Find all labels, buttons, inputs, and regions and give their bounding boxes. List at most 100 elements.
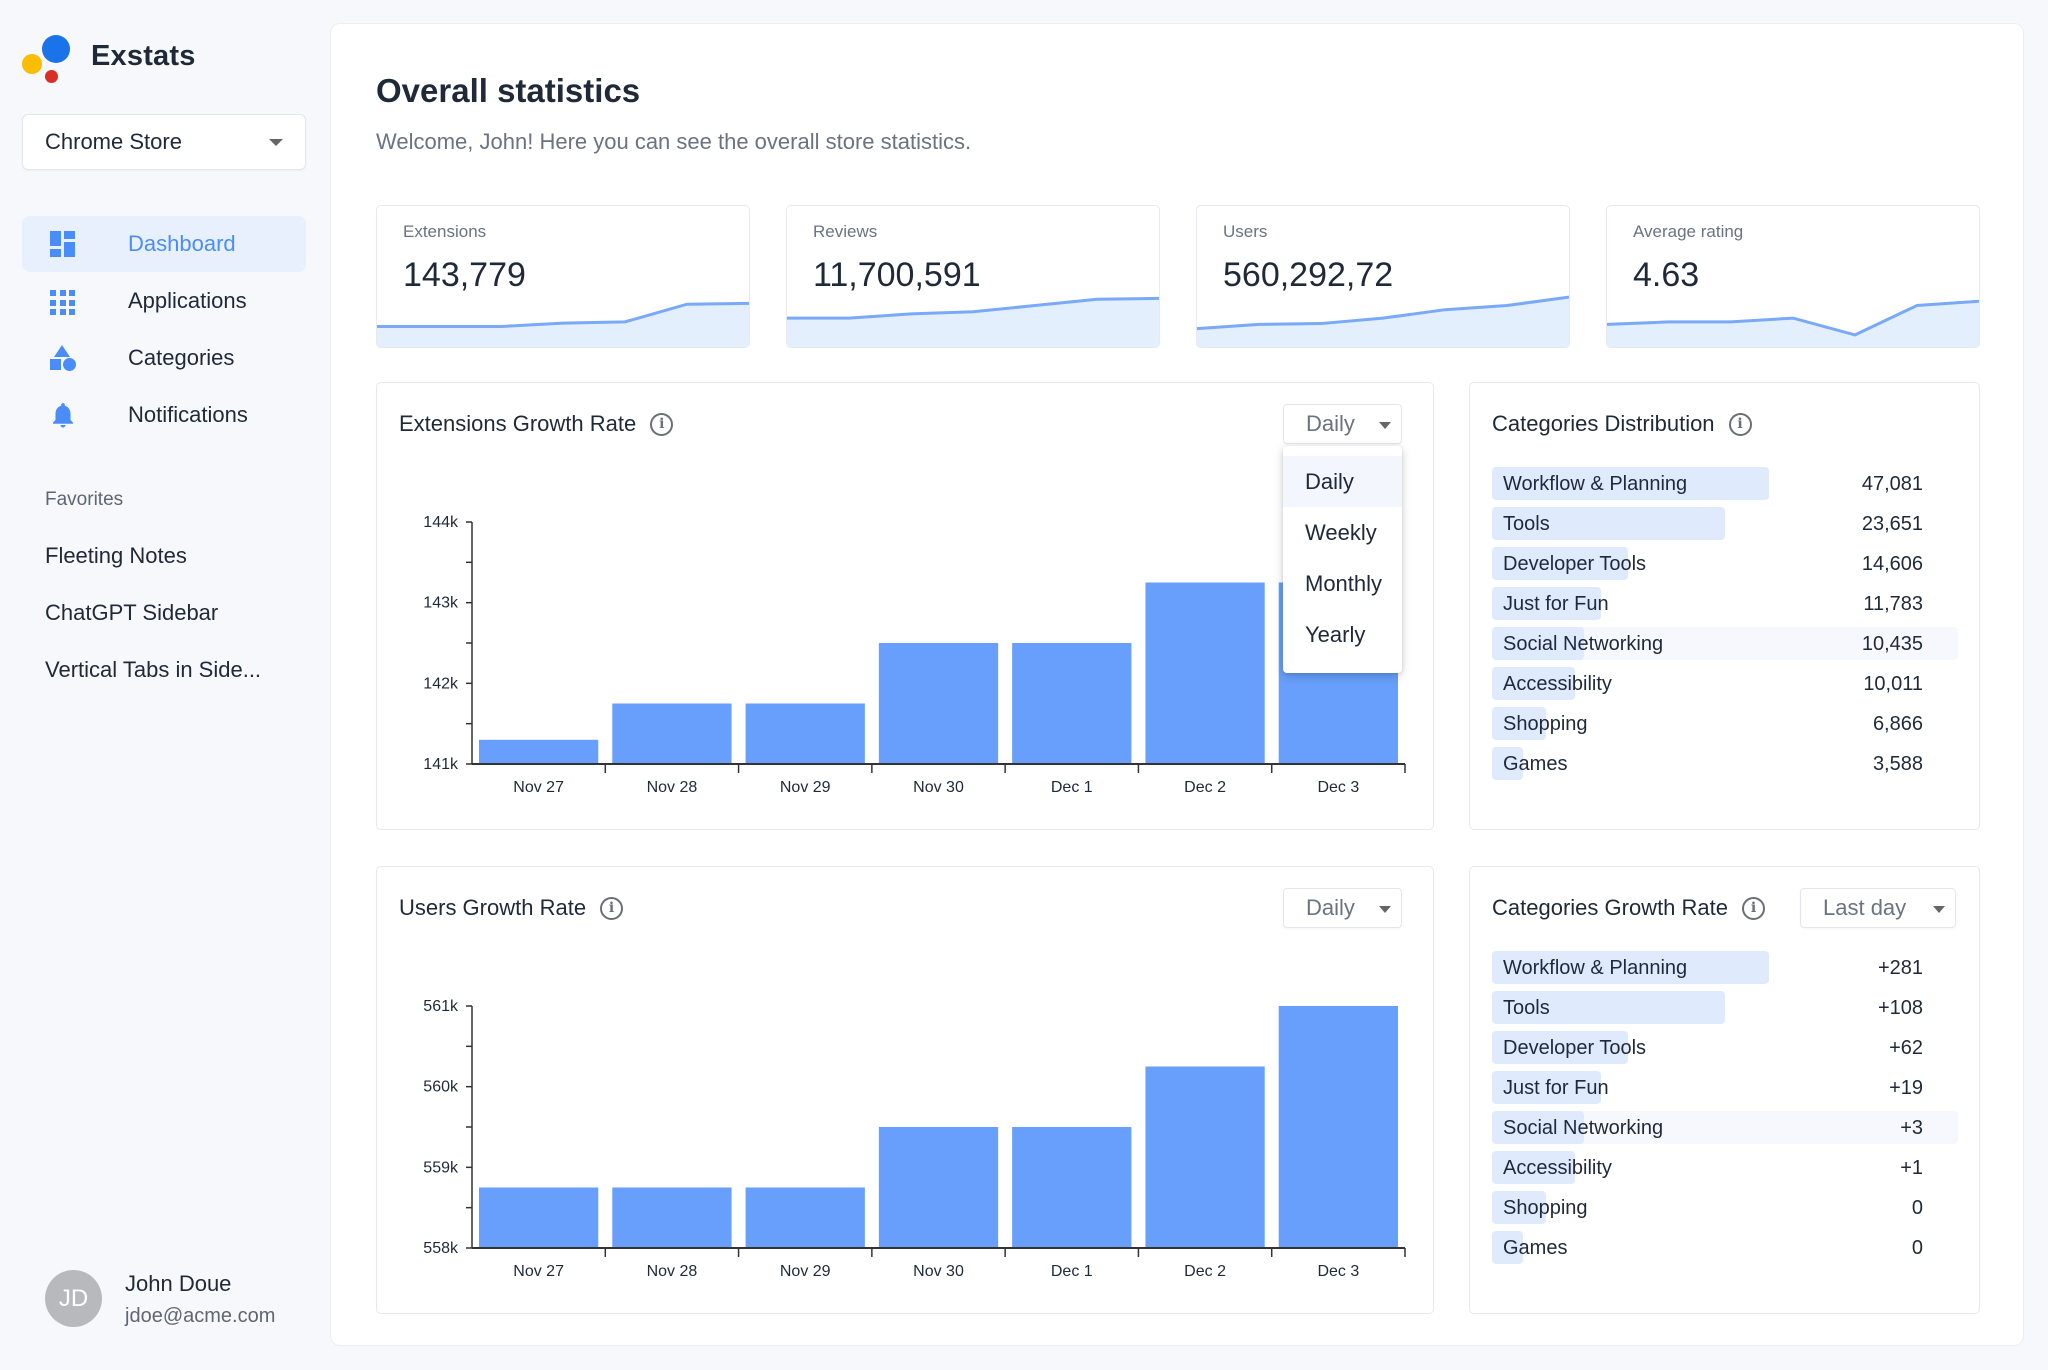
user-name: John Doue: [125, 1271, 232, 1296]
category-row[interactable]: Accessibility 10,011: [1492, 667, 1958, 707]
chevron-down-icon: [1379, 422, 1391, 429]
period-select[interactable]: Daily: [1283, 404, 1402, 444]
category-name: Tools: [1503, 513, 1550, 535]
stat-label: Average rating: [1633, 222, 1744, 241]
sidebar-item-applications[interactable]: Applications: [22, 273, 306, 329]
category-row[interactable]: Just for Fun 11,783: [1492, 587, 1958, 627]
store-select[interactable]: Chrome Store: [22, 114, 306, 170]
category-row[interactable]: Social Networking +3: [1492, 1111, 1958, 1151]
bar-nov-29: [745, 1187, 865, 1248]
y-tick-label: 142k: [423, 675, 459, 692]
bar-dec-1: [1012, 1127, 1132, 1248]
category-row[interactable]: Developer Tools +62: [1492, 1031, 1958, 1071]
sparkline-chart: [787, 296, 1159, 347]
period-select[interactable]: Daily: [1283, 888, 1402, 928]
sidebar-item-label: Dashboard: [128, 231, 236, 256]
stat-card-extensions: Extensions 143,779: [376, 205, 750, 348]
store-select-value: Chrome Store: [45, 129, 182, 154]
x-tick-label: Nov 28: [647, 779, 698, 796]
category-value: +3: [1900, 1117, 1923, 1139]
panel-title-text: Categories Distribution: [1492, 411, 1715, 436]
bar-dec-2: [1145, 1066, 1265, 1248]
category-row[interactable]: Shopping 0: [1492, 1191, 1958, 1231]
category-row[interactable]: Tools 23,651: [1492, 507, 1958, 547]
user-profile[interactable]: JD John Doue jdoe@acme.com: [45, 1270, 315, 1330]
dropdown-option-monthly[interactable]: Monthly: [1283, 558, 1402, 609]
category-row[interactable]: Games 3,588: [1492, 747, 1958, 787]
category-row[interactable]: Developer Tools 14,606: [1492, 547, 1958, 587]
logo-blue-dot: [42, 35, 70, 63]
bar-nov-30: [878, 643, 999, 764]
dropdown-option-yearly[interactable]: Yearly: [1283, 609, 1402, 660]
sidebar-item-dashboard[interactable]: Dashboard: [22, 216, 306, 272]
category-name: Tools: [1503, 997, 1550, 1019]
stat-label: Users: [1223, 222, 1268, 241]
y-tick-label: 561k: [423, 998, 459, 1015]
category-value: +1: [1900, 1157, 1923, 1179]
page-subtitle: Welcome, John! Here you can see the over…: [376, 129, 972, 154]
sparkline-area: [787, 298, 1159, 347]
category-name: Developer Tools: [1503, 553, 1647, 575]
x-tick-label: Nov 27: [513, 779, 564, 796]
category-value: +281: [1877, 957, 1923, 979]
category-row[interactable]: Shopping 6,866: [1492, 707, 1958, 747]
dropdown-option-daily[interactable]: Daily: [1283, 456, 1402, 507]
category-name: Games: [1503, 1237, 1568, 1259]
category-name: Just for Fun: [1503, 593, 1609, 615]
x-tick-label: Nov 29: [780, 1263, 831, 1280]
category-row[interactable]: Just for Fun +19: [1492, 1071, 1958, 1111]
bar-dec-1: [1012, 643, 1132, 764]
sparkline-chart: [1197, 295, 1569, 347]
chevron-down-icon: [1933, 906, 1945, 913]
category-name: Just for Fun: [1503, 1077, 1609, 1099]
category-row[interactable]: Tools +108: [1492, 991, 1958, 1031]
category-name: Social Networking: [1503, 1117, 1664, 1139]
favorite-item[interactable]: ChatGPT Sidebar: [45, 600, 315, 657]
category-row[interactable]: Workflow & Planning 47,081: [1492, 467, 1958, 507]
x-tick-label: Dec 1: [1051, 779, 1093, 796]
chevron-down-icon: [269, 139, 283, 146]
avatar: JD: [45, 1270, 102, 1327]
category-value: +19: [1889, 1077, 1923, 1099]
category-value: 23,651: [1861, 513, 1923, 535]
main-content: Overall statistics Welcome, John! Here y…: [330, 23, 2024, 1346]
category-name: Social Networking: [1503, 633, 1664, 655]
category-value: +62: [1889, 1037, 1923, 1059]
period-dropdown-menu: Daily Weekly Monthly Yearly: [1283, 446, 1402, 673]
x-tick-label: Nov 30: [913, 1263, 964, 1280]
bar-dec-2: [1145, 582, 1265, 764]
category-row[interactable]: Games 0: [1492, 1231, 1958, 1271]
categories-distribution-list: Workflow & Planning 47,081 Tools 23,651 Deve…: [1492, 467, 1958, 787]
x-tick-label: Dec 1: [1051, 1263, 1093, 1280]
favorite-item[interactable]: Vertical Tabs in Side...: [45, 657, 315, 714]
bar-dec-3: [1278, 1006, 1398, 1248]
category-row[interactable]: Workflow & Planning +281: [1492, 951, 1958, 991]
bar-nov-28: [612, 703, 732, 764]
y-tick-label: 143k: [423, 595, 459, 612]
users-bar-chart: 558k 559k 560k 561k Nov 27 Nov 28 Nov 29 Nov 30…: [423, 998, 1406, 1280]
category-name: Workflow & Planning: [1503, 473, 1688, 495]
period-select-value: Daily: [1306, 411, 1355, 436]
period-select[interactable]: Last day: [1800, 888, 1956, 928]
bell-icon: [48, 400, 78, 430]
sidebar-item-categories[interactable]: Categories: [22, 330, 306, 386]
sidebar-item-label: Categories: [128, 345, 235, 370]
sparkline-area: [1607, 301, 1979, 347]
sidebar-item-notifications[interactable]: Notifications: [22, 387, 306, 443]
category-row[interactable]: Social Networking 10,435: [1492, 627, 1958, 667]
bar-nov-28: [612, 1187, 732, 1248]
x-tick-label: Dec 2: [1184, 779, 1226, 796]
bar-nov-27: [479, 739, 599, 764]
category-row[interactable]: Accessibility +1: [1492, 1151, 1958, 1191]
favorite-item[interactable]: Fleeting Notes: [45, 543, 315, 600]
bar-nov-29: [745, 703, 865, 764]
sparkline-chart: [377, 301, 749, 347]
category-name: Shopping: [1503, 1197, 1588, 1219]
y-tick-label: 141k: [423, 756, 459, 773]
info-icon[interactable]: i: [1742, 896, 1765, 920]
bar-nov-30: [878, 1127, 999, 1248]
info-icon[interactable]: i: [1728, 412, 1752, 436]
category-value: 10,435: [1861, 633, 1923, 655]
category-value: 0: [1911, 1197, 1923, 1219]
dropdown-option-weekly[interactable]: Weekly: [1283, 507, 1402, 558]
